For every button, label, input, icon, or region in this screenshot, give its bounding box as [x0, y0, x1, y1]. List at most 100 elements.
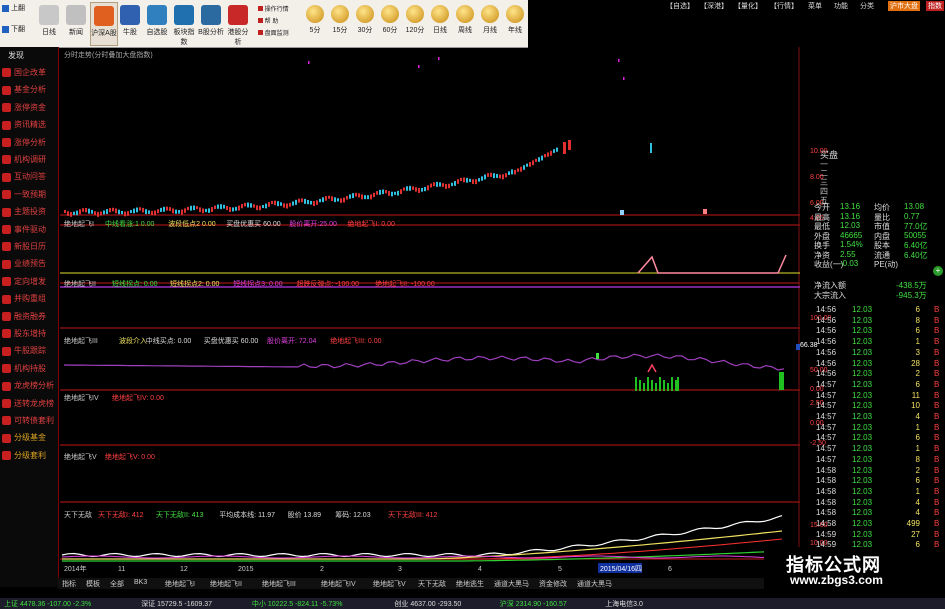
candle: [556, 147, 558, 152]
candle: [85, 207, 87, 213]
menu-item-8[interactable]: 指数: [926, 1, 944, 11]
candle: [388, 190, 390, 196]
period-button-8[interactable]: 年线: [503, 2, 527, 44]
toolbar-button-5[interactable]: 板块指数: [171, 2, 197, 46]
period-button-4[interactable]: 120分: [403, 2, 427, 44]
sidebar-item-icon: [2, 207, 11, 217]
toolbar-button-6[interactable]: B股分析: [198, 2, 224, 44]
page-down-button[interactable]: 下翻: [2, 24, 30, 42]
period-button-7[interactable]: 月线: [478, 2, 502, 44]
sidebar-item[interactable]: 基金分析: [2, 84, 58, 101]
sidebar-item[interactable]: 资讯精选: [2, 119, 58, 136]
sidebar-item[interactable]: 涨停分析: [2, 137, 58, 154]
indicator-tab[interactable]: 绝地逃生: [456, 579, 484, 589]
candle: [316, 200, 318, 205]
add-button[interactable]: +: [933, 266, 943, 276]
indicator-tab[interactable]: 通道大黑马: [577, 579, 612, 589]
sidebar-item[interactable]: 机构持股: [2, 363, 58, 380]
period-icon: [406, 5, 424, 23]
candle: [295, 199, 297, 205]
menu-item-0[interactable]: 【自选】: [666, 1, 694, 11]
panel-value: 买盘优惠买 60.00: [203, 338, 259, 345]
period-button-5[interactable]: 日线: [428, 2, 452, 44]
sidebar-item[interactable]: 主题投资: [2, 206, 58, 223]
sidebar-item[interactable]: 并购重组: [2, 293, 58, 310]
period-button-6[interactable]: 周线: [453, 2, 477, 44]
menu-item-4[interactable]: 菜单: [808, 1, 822, 11]
menu-item-7[interactable]: 沪市大盘: [888, 1, 920, 11]
sidebar-item[interactable]: 牛股跟踪: [2, 345, 58, 362]
toolbar-button-1[interactable]: 新闻: [63, 2, 89, 44]
sidebar-item[interactable]: 定向增发: [2, 276, 58, 293]
candle: [397, 190, 399, 196]
sidebar-item[interactable]: 融资融券: [2, 311, 58, 328]
sidebar-item[interactable]: 送转龙虎榜: [2, 398, 58, 415]
sidebar-item[interactable]: 一致预期: [2, 189, 58, 206]
candle: [232, 207, 234, 212]
x-tick-label: 5: [558, 566, 562, 573]
toolbar-button-0[interactable]: 日线: [36, 2, 62, 44]
candle: [544, 154, 546, 158]
indicator-tab[interactable]: 绝地起飞V: [373, 579, 406, 589]
menu-item-3[interactable]: 【行情】: [770, 1, 798, 11]
sidebar-item[interactable]: 新股日历: [2, 241, 58, 258]
toolbar-button-3[interactable]: 牛股: [117, 2, 143, 44]
mini-menu-item[interactable]: 操作行情: [258, 4, 298, 16]
menu-item-5[interactable]: 功能: [834, 1, 848, 11]
sidebar-item[interactable]: 互动问答: [2, 171, 58, 188]
candle: [403, 187, 405, 191]
indicator-tab[interactable]: BK3: [134, 579, 147, 586]
sidebar-item[interactable]: 国企改革: [2, 67, 58, 84]
candle: [427, 185, 429, 191]
sidebar-item[interactable]: 可转债套利: [2, 415, 58, 432]
sidebar-item[interactable]: 分级套利: [2, 450, 58, 467]
panel-value: 波段低点2 0.00: [168, 221, 216, 228]
mini-menu-item[interactable]: 帮 助: [258, 16, 298, 28]
page-up-button[interactable]: 上翻: [2, 3, 30, 21]
candle: [424, 186, 426, 192]
indicator-tab[interactable]: 模板: [86, 579, 100, 589]
sidebar-item[interactable]: 股东增持: [2, 328, 58, 345]
sidebar-item[interactable]: 事件驱动: [2, 224, 58, 241]
candle: [439, 182, 441, 187]
period-button-1[interactable]: 15分: [328, 2, 352, 44]
menu-item-2[interactable]: 【量化】: [734, 1, 762, 11]
sidebar-item[interactable]: 龙虎榜分析: [2, 380, 58, 397]
candle: [343, 197, 345, 203]
toolbar-button-7[interactable]: 港股分析: [225, 2, 251, 46]
candle: [76, 210, 78, 216]
toolbar-button-4[interactable]: 自选股: [144, 2, 170, 44]
toolbar-button-2[interactable]: 沪深A股: [90, 2, 118, 46]
candle: [238, 205, 240, 211]
sidebar-item[interactable]: 业绩预告: [2, 258, 58, 275]
indicator-tab[interactable]: 绝地起飞IV: [321, 579, 356, 589]
indicator-tab[interactable]: 绝地起飞II: [210, 579, 242, 589]
candle: [304, 198, 306, 204]
x-tick-label: 2: [320, 566, 324, 573]
sidebar-item[interactable]: 涨停资金: [2, 102, 58, 119]
indicator-tab[interactable]: 绝地起飞I: [165, 579, 195, 589]
period-button-0[interactable]: 5分: [303, 2, 327, 44]
indicator-tab[interactable]: 通道大黑马: [494, 579, 529, 589]
candle: [274, 200, 276, 206]
candle: [175, 209, 177, 214]
indicator-tab[interactable]: 天下无敌: [418, 579, 446, 589]
sidebar-item[interactable]: 机构调研: [2, 154, 58, 171]
sidebar-header: 发现: [8, 51, 24, 60]
chart-area[interactable]: 2014年 11 12 2015 2 3 4 5 6 2015/04/16四: [58, 47, 800, 578]
indicator-tab[interactable]: 全部: [110, 579, 124, 589]
menu-item-1[interactable]: 【深港】: [700, 1, 728, 11]
candle: [415, 187, 417, 192]
period-button-2[interactable]: 30分: [353, 2, 377, 44]
indicator-tab[interactable]: 资金修改: [539, 579, 567, 589]
period-button-3[interactable]: 60分: [378, 2, 402, 44]
candle: [214, 205, 216, 210]
tick-row: 14:59 12.03 27 B: [816, 529, 940, 539]
candle: [103, 210, 105, 215]
menu-item-6[interactable]: 分类: [860, 1, 874, 11]
candle: [385, 190, 387, 194]
indicator-tab[interactable]: 绝地起飞III: [262, 579, 296, 589]
indicator-tab[interactable]: 指标: [62, 579, 76, 589]
sidebar-item[interactable]: 分级基金: [2, 432, 58, 449]
mini-menu-item[interactable]: 盘面监测: [258, 28, 298, 40]
